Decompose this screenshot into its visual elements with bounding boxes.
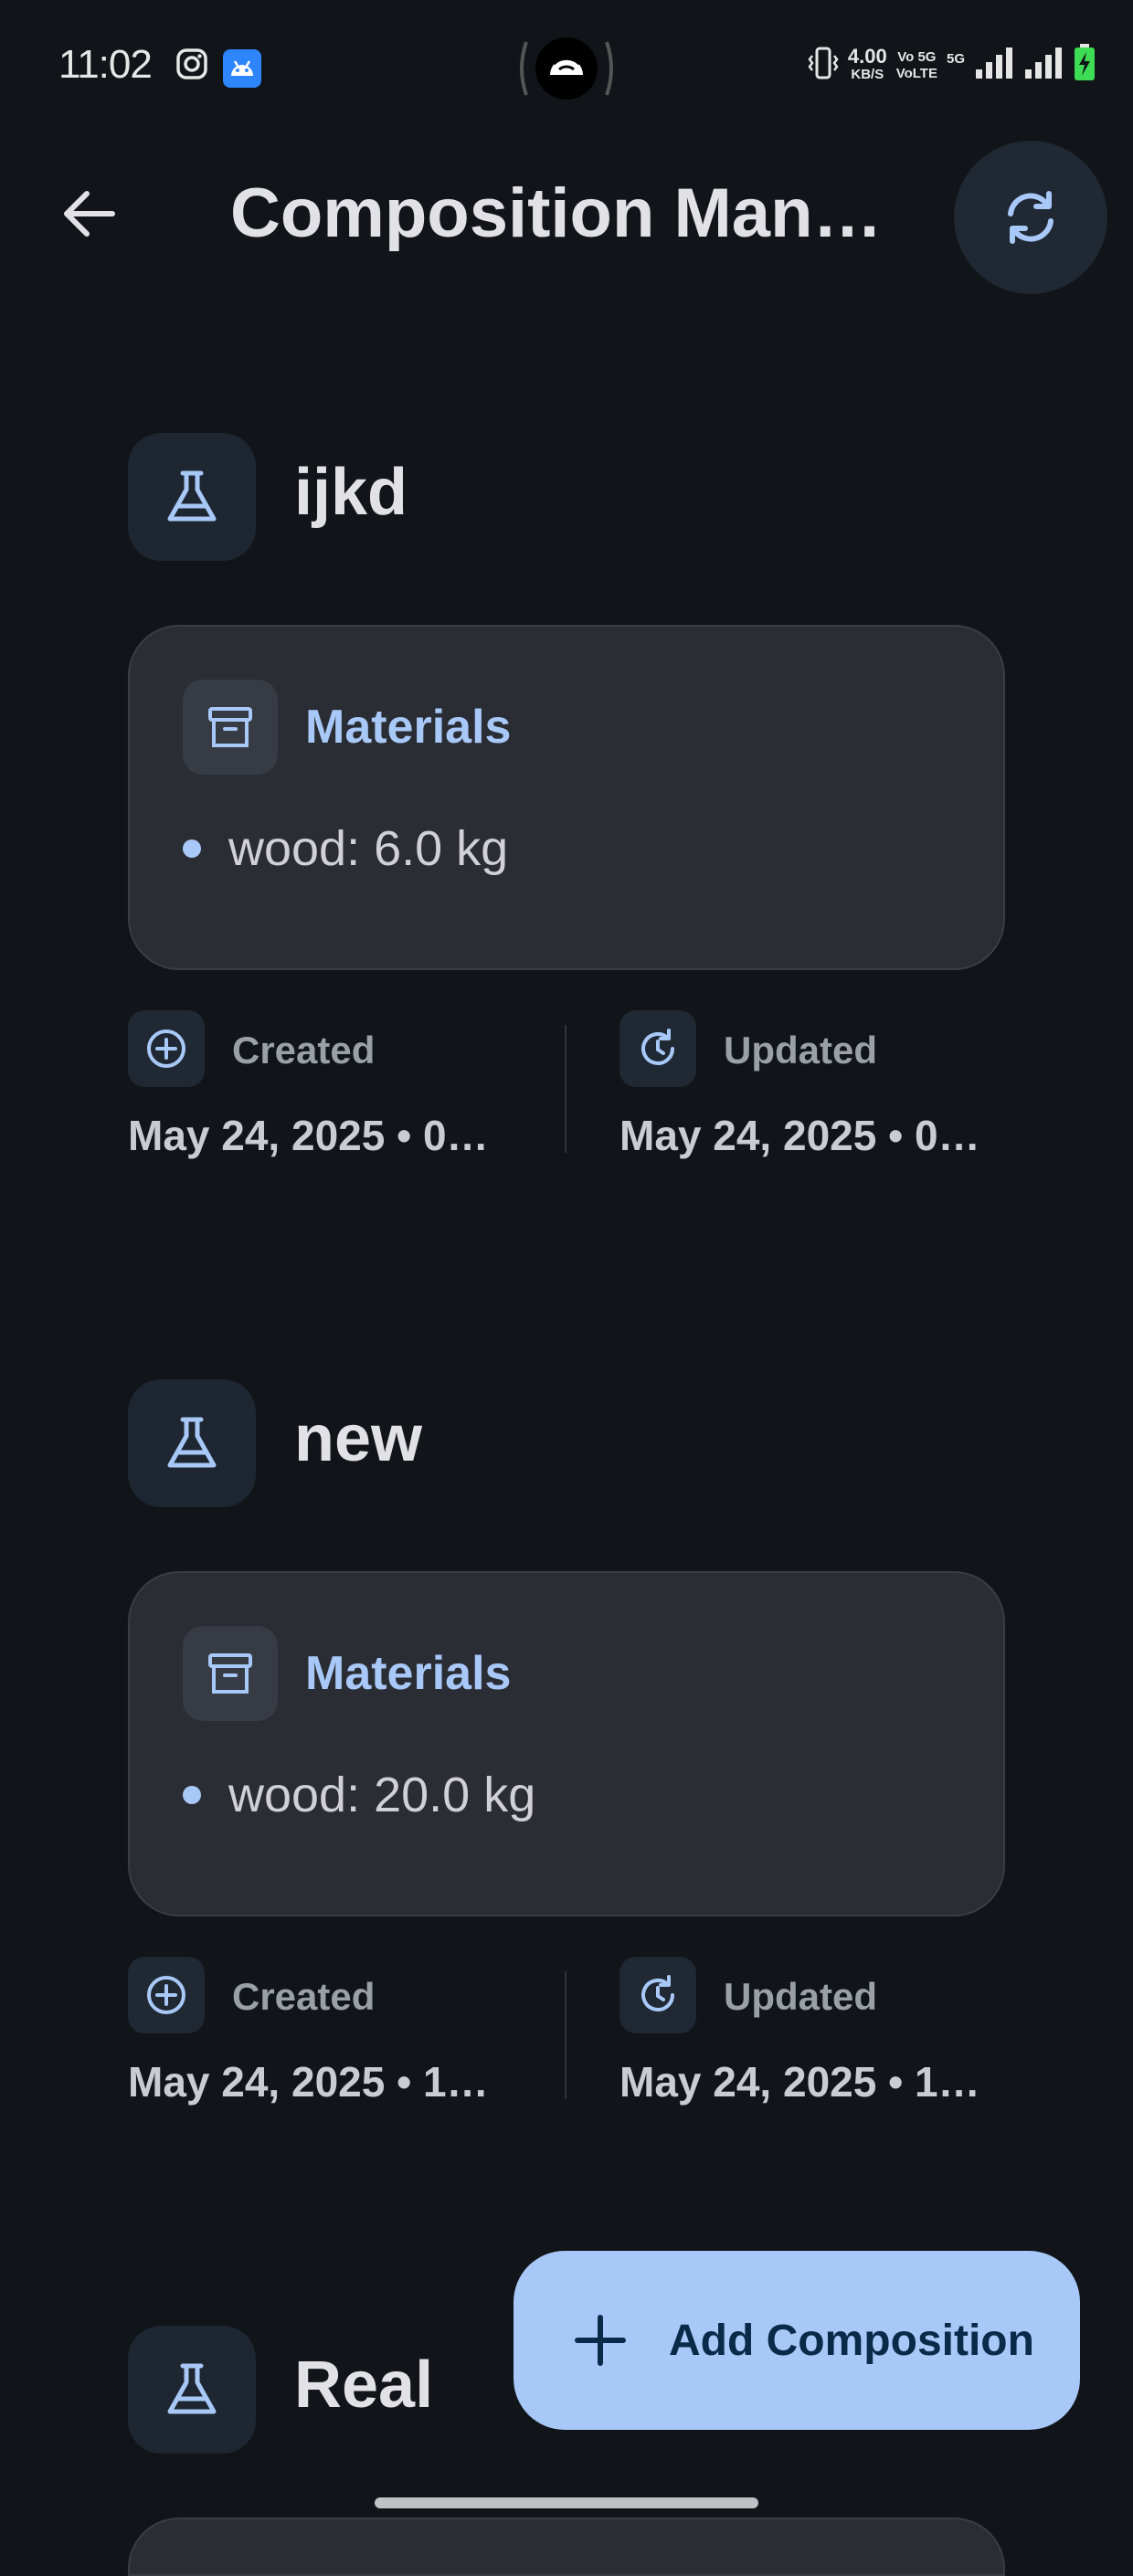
created-label: Created [232,1029,376,1072]
update-icon [619,1957,696,2033]
refresh-icon [1008,191,1054,244]
composition-header: ijkd [128,433,1005,561]
materials-title: Materials [305,701,512,754]
instagram-icon [175,48,208,85]
created-info: Created May 24, 2025 • 1… [128,1957,530,2112]
composition-name: new [294,1402,423,1475]
refresh-button[interactable] [954,141,1107,294]
materials-card: Materials wood: 20.0 kg [128,1571,1005,1916]
composition-name: Real [294,2349,434,2422]
composition-item[interactable]: new Materials wood: 20.0 kg Created May [128,1379,1005,2119]
archive-icon [183,1626,278,1721]
composition-header: new [128,1379,1005,1507]
signal-icon [1023,46,1064,85]
updated-info: Updated May 24, 2025 • 1… [619,1957,1022,2112]
material-item: wood: 20.0 kg [183,1767,535,1823]
updated-info: Updated May 24, 2025 • 0… [619,1010,1022,1166]
volte-indicator: Vo 5G VoLTE [896,49,937,82]
signal-icon [974,46,1014,85]
android-icon [223,49,261,92]
add-composition-button[interactable]: Add Composition [514,2251,1080,2430]
page-title: Composition Man… [230,174,883,252]
top-app-bar: Composition Man… [0,137,1133,294]
material-item: wood: 6.0 kg [183,820,508,877]
gesture-bar[interactable] [375,2497,758,2508]
add-composition-label: Add Composition [669,2316,1034,2365]
plus-icon [575,2315,626,2366]
vibrate-icon [808,45,839,86]
add-circle-icon [128,1957,205,2033]
created-value: May 24, 2025 • 0… [128,1112,489,1159]
updated-label: Updated [724,1975,877,2018]
bullet [183,1786,201,1804]
materials-title: Materials [305,1647,512,1700]
net-speed-value: 4.00 [847,44,887,68]
timestamps-row: Created May 24, 2025 • 1… Updated May 24… [128,1957,1005,2112]
updated-value: May 24, 2025 • 0… [619,1112,980,1159]
net-speed: 4.00 KB/S [847,44,887,84]
volte-top: Vo 5G [897,48,937,65]
flask-icon [128,2326,256,2454]
add-circle-icon [128,1010,205,1087]
materials-card [128,2518,1005,2576]
updated-label: Updated [724,1029,877,1072]
updated-value: May 24, 2025 • 1… [619,2058,980,2106]
flask-icon [128,1379,256,1507]
status-right: 4.00 KB/S Vo 5G VoLTE 5G [808,44,1096,87]
created-value: May 24, 2025 • 1… [128,2058,489,2106]
archive-icon [183,680,278,775]
back-button[interactable] [48,185,130,243]
status-bar: 11:02 4.00 KB/S Vo 5G VoLTE 5G [0,0,1133,137]
hotspot-icon [519,35,614,102]
composition-item[interactable]: ijkd Materials wood: 6.0 kg Created May [128,433,1005,1173]
material-text: wood: 20.0 kg [228,1768,536,1822]
created-info: Created May 24, 2025 • 0… [128,1010,530,1166]
battery-charging-icon [1073,44,1096,87]
net-speed-unit: KB/S [851,66,884,82]
divider [565,1971,566,2099]
divider [565,1025,566,1153]
composition-name: ijkd [294,456,408,529]
timestamps-row: Created May 24, 2025 • 0… Updated May 24… [128,1010,1005,1166]
materials-card: Materials wood: 6.0 kg [128,625,1005,970]
material-text: wood: 6.0 kg [228,821,509,876]
created-label: Created [232,1975,376,2018]
update-icon [619,1010,696,1087]
bullet [183,839,201,858]
volte-bottom: VoLTE [895,65,937,81]
status-time: 11:02 [58,42,153,87]
network-type: 5G [946,51,965,67]
flask-icon [128,433,256,561]
arrow-left-icon [64,191,115,237]
